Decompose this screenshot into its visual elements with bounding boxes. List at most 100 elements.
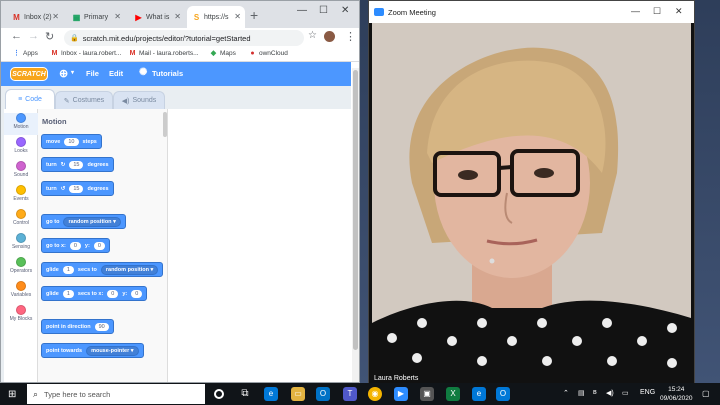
chrome-menu-icon[interactable]: ⋮ xyxy=(345,30,356,43)
tab-sounds[interactable]: ◀) Sounds xyxy=(113,91,165,109)
new-tab-button[interactable]: + xyxy=(250,7,258,23)
globe-icon[interactable]: ⊕ xyxy=(59,67,68,80)
category-sensing[interactable]: Sensing xyxy=(4,233,38,255)
reload-icon[interactable]: ↻ xyxy=(45,30,54,43)
notifications-icon[interactable]: ▢ xyxy=(702,389,710,398)
events-dot-icon xyxy=(16,185,26,195)
degrees-input[interactable]: 15 xyxy=(69,160,84,169)
bookmark-inbox[interactable]: M Inbox - laura.robert... xyxy=(51,50,122,57)
browser-tab-gmail[interactable]: M Inbox (2) ✕ xyxy=(7,6,63,28)
cortana-icon[interactable] xyxy=(214,389,224,399)
tab-label: Costumes xyxy=(72,97,105,104)
steps-input[interactable]: 10 xyxy=(64,137,79,146)
page-scrollbar[interactable] xyxy=(352,68,359,382)
app-icon[interactable]: ▣ xyxy=(420,387,434,401)
maximize-icon[interactable]: ☐ xyxy=(653,6,661,17)
target-dropdown[interactable]: random position ▾ xyxy=(100,264,159,275)
category-sound[interactable]: Sound xyxy=(4,161,38,183)
speaker-icon: ◀) xyxy=(121,97,130,105)
browser-tab-scratch[interactable]: S https://s ✕ xyxy=(187,6,245,28)
code-workspace[interactable] xyxy=(168,109,351,382)
close-tab-icon[interactable]: ✕ xyxy=(174,12,181,21)
y-input[interactable]: 0 xyxy=(93,241,105,250)
x-input[interactable]: 0 xyxy=(69,241,81,250)
scrollbar-thumb[interactable] xyxy=(353,70,358,350)
excel-icon[interactable]: X xyxy=(446,387,460,401)
x-input[interactable]: 0 xyxy=(107,289,119,298)
network-icon[interactable]: ▤ xyxy=(578,389,585,397)
edge-icon[interactable]: e xyxy=(472,387,486,401)
block-point-towards[interactable]: point towards mouse-pointer ▾ xyxy=(41,343,144,358)
edit-menu[interactable]: Edit xyxy=(109,69,123,78)
close-tab-icon[interactable]: ✕ xyxy=(234,12,241,21)
tab-code[interactable]: ≡ Code xyxy=(5,89,55,109)
y-input[interactable]: 0 xyxy=(131,289,143,298)
block-text: go to x: xyxy=(46,242,66,249)
bookmark-mail[interactable]: M Mail - laura.roberts... xyxy=(129,50,199,57)
close-tab-icon[interactable]: ✕ xyxy=(114,12,121,21)
category-events[interactable]: Events xyxy=(4,185,38,207)
scratch-logo[interactable]: SCRATCH xyxy=(10,67,48,81)
category-motion[interactable]: Motion xyxy=(4,113,38,135)
outlook-icon[interactable]: O xyxy=(316,387,330,401)
degrees-input[interactable]: 15 xyxy=(69,184,84,193)
edge-icon[interactable]: e xyxy=(264,387,278,401)
secs-input[interactable]: 1 xyxy=(62,265,74,274)
bookmark-maps[interactable]: ◆ Maps xyxy=(210,50,236,57)
address-bar[interactable]: 🔒 scratch.mit.edu/projects/editor/?tutor… xyxy=(64,30,304,46)
browser-tab-sheets[interactable]: ▦ Primary ✕ xyxy=(67,6,125,28)
close-window-icon[interactable]: ✕ xyxy=(675,6,683,17)
block-point-in-direction[interactable]: point in direction 90 xyxy=(41,319,114,334)
operators-dot-icon xyxy=(16,257,26,267)
direction-input[interactable]: 90 xyxy=(94,322,109,331)
block-turn-right[interactable]: turn ↻ 15 degrees xyxy=(41,157,114,172)
browser-tab-youtube[interactable]: ▶ What is ✕ xyxy=(129,6,185,28)
file-explorer-icon[interactable]: ▭ xyxy=(291,387,305,401)
maximize-icon[interactable]: ☐ xyxy=(319,5,328,16)
category-operators[interactable]: Operators xyxy=(4,257,38,279)
category-my-blocks[interactable]: My Blocks xyxy=(4,305,38,327)
volume-icon[interactable]: ◀) xyxy=(606,389,614,397)
tutorials-button[interactable]: Tutorials xyxy=(152,69,183,78)
bookmark-star-icon[interactable]: ☆ xyxy=(308,30,317,41)
file-menu[interactable]: File xyxy=(86,69,99,78)
chevron-up-icon[interactable]: ⌃ xyxy=(563,389,569,397)
task-view-icon[interactable]: ⧉ xyxy=(238,387,252,401)
block-go-to-xy[interactable]: go to x: 0 y: 0 xyxy=(41,238,110,253)
target-dropdown[interactable]: random position ▾ xyxy=(63,216,121,227)
outlook-icon[interactable]: O xyxy=(496,387,510,401)
block-glide-xy[interactable]: glide 1 secs to x: 0 y: 0 xyxy=(41,286,148,301)
block-turn-left[interactable]: turn ↺ 15 degrees xyxy=(41,181,114,196)
close-tab-icon[interactable]: ✕ xyxy=(52,12,59,21)
tab-costumes[interactable]: ✎ Costumes xyxy=(55,91,113,109)
minimize-icon[interactable]: — xyxy=(631,6,640,16)
windows-start-icon[interactable]: ⊞ xyxy=(8,389,16,400)
category-variables[interactable]: Variables xyxy=(4,281,38,303)
palette-title: Motion xyxy=(42,117,67,126)
category-looks[interactable]: Looks xyxy=(4,137,38,159)
sensing-dot-icon xyxy=(16,233,26,243)
profile-avatar[interactable] xyxy=(324,31,335,42)
bookmark-apps[interactable]: ⋮ Apps xyxy=(13,50,38,57)
palette-scrollbar[interactable] xyxy=(163,112,167,137)
bookmark-owncloud[interactable]: ● ownCloud xyxy=(249,50,288,57)
bluetooth-icon[interactable]: ʙ xyxy=(593,389,597,396)
close-window-icon[interactable]: ✕ xyxy=(341,5,349,16)
scratch-menu-bar: SCRATCH ⊕ ▾ File Edit ✺ Tutorials xyxy=(1,62,351,86)
language-indicator[interactable]: ENG xyxy=(640,389,655,396)
battery-icon[interactable]: ▭ xyxy=(622,389,629,397)
system-clock[interactable]: 15:24 09/06/2020 xyxy=(660,385,693,403)
teams-icon[interactable]: T xyxy=(343,387,357,401)
minimize-icon[interactable]: — xyxy=(297,5,307,16)
secs-input[interactable]: 1 xyxy=(62,289,74,298)
block-glide-to[interactable]: glide 1 secs to random position ▾ xyxy=(41,262,164,277)
chrome-icon[interactable]: ◉ xyxy=(368,387,382,401)
forward-icon[interactable]: → xyxy=(28,30,39,42)
block-move[interactable]: move 10 steps xyxy=(41,134,102,149)
taskbar-search[interactable]: ⌕ Type here to search xyxy=(27,384,205,404)
block-go-to[interactable]: go to random position ▾ xyxy=(41,214,126,229)
category-control[interactable]: Control xyxy=(4,209,38,231)
back-icon[interactable]: ← xyxy=(11,30,22,42)
target-dropdown[interactable]: mouse-pointer ▾ xyxy=(86,345,139,356)
zoom-icon[interactable]: ▶ xyxy=(394,387,408,401)
